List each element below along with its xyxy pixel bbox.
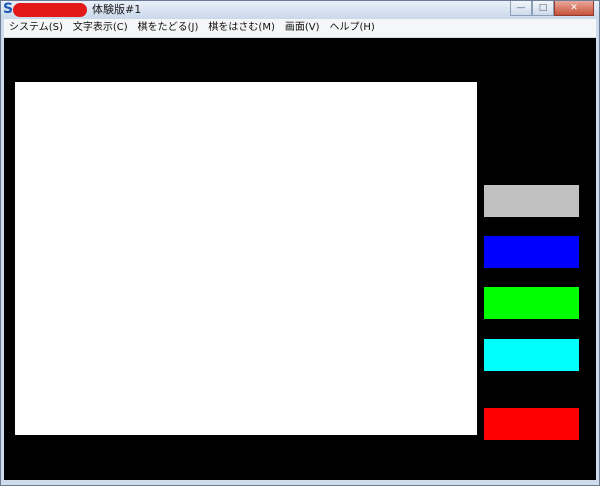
application-window: S 体験版#1 — □ ✕ システム(S) 文字表示(C) 棋をたどる(J) 棋… [0, 0, 600, 486]
swatch-blue[interactable] [484, 236, 579, 268]
menu-bar: システム(S) 文字表示(C) 棋をたどる(J) 棋をはさむ(M) 画面(V) … [4, 19, 596, 38]
swatch-red[interactable] [484, 408, 579, 440]
window-controls: — □ ✕ [510, 1, 594, 17]
window-title: 体験版#1 [92, 3, 142, 16]
menu-screen[interactable]: 画面(V) [280, 19, 325, 37]
menu-insert-game[interactable]: 棋をはさむ(M) [203, 19, 279, 37]
client-area [4, 38, 596, 480]
swatch-green[interactable] [484, 287, 579, 319]
title-bar[interactable]: S 体験版#1 — □ ✕ [1, 1, 599, 19]
main-canvas[interactable] [15, 82, 477, 435]
menu-trace-game[interactable]: 棋をたどる(J) [133, 19, 204, 37]
redacted-title-mark [13, 3, 87, 17]
menu-system[interactable]: システム(S) [4, 19, 68, 37]
minimize-icon[interactable]: — [510, 1, 532, 16]
swatch-gray[interactable] [484, 185, 579, 217]
maximize-icon[interactable]: □ [532, 1, 554, 16]
close-icon[interactable]: ✕ [554, 1, 594, 16]
menu-help[interactable]: ヘルプ(H) [325, 19, 380, 37]
menu-text-display[interactable]: 文字表示(C) [68, 19, 133, 37]
swatch-cyan[interactable] [484, 339, 579, 371]
